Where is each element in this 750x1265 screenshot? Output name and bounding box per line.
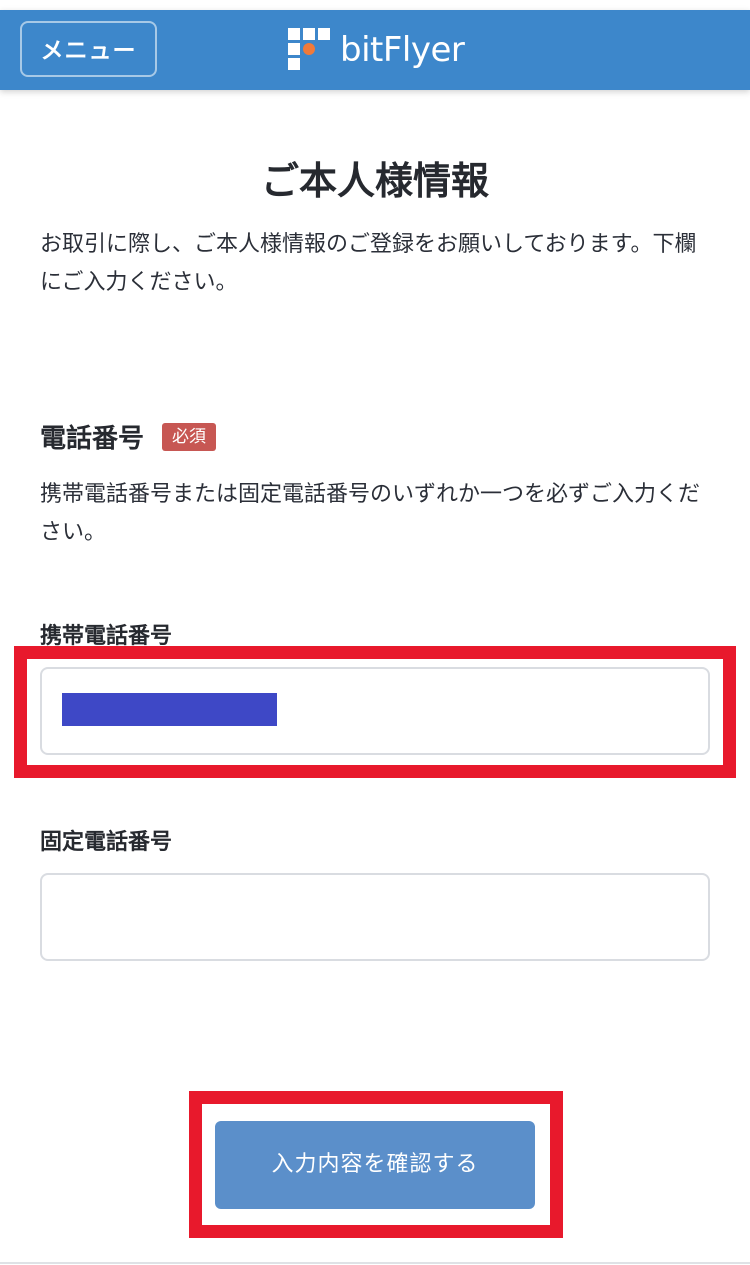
bitflyer-logo-icon (288, 28, 330, 70)
redacted-phone-value (62, 693, 277, 726)
phone-section-heading: 電話番号 必須 (40, 418, 217, 455)
menu-button[interactable]: メニュー (20, 21, 157, 77)
logo-wordmark: bitFlyer (340, 30, 465, 70)
app-header: メニュー bitFlyer (0, 10, 750, 90)
landline-phone-label: 固定電話番号 (40, 830, 173, 855)
mobile-phone-label: 携帯電話番号 (40, 624, 173, 649)
page-title: ご本人様情報 (260, 159, 489, 203)
confirm-input-button[interactable]: 入力内容を確認する (215, 1121, 535, 1209)
intro-text: お取引に際し、ご本人様情報のご登録をお願いしております。下欄にご入力ください。 (40, 232, 697, 295)
phone-section-title: 電話番号 (40, 424, 145, 454)
bottom-divider (0, 1262, 750, 1264)
phone-section-description: 携帯電話番号または固定電話番号のいずれか一つを必ずご入力ください。 (40, 482, 701, 545)
required-badge: 必須 (162, 422, 217, 451)
bitflyer-logo[interactable]: bitFlyer (288, 28, 465, 72)
landline-phone-input[interactable] (40, 873, 710, 961)
